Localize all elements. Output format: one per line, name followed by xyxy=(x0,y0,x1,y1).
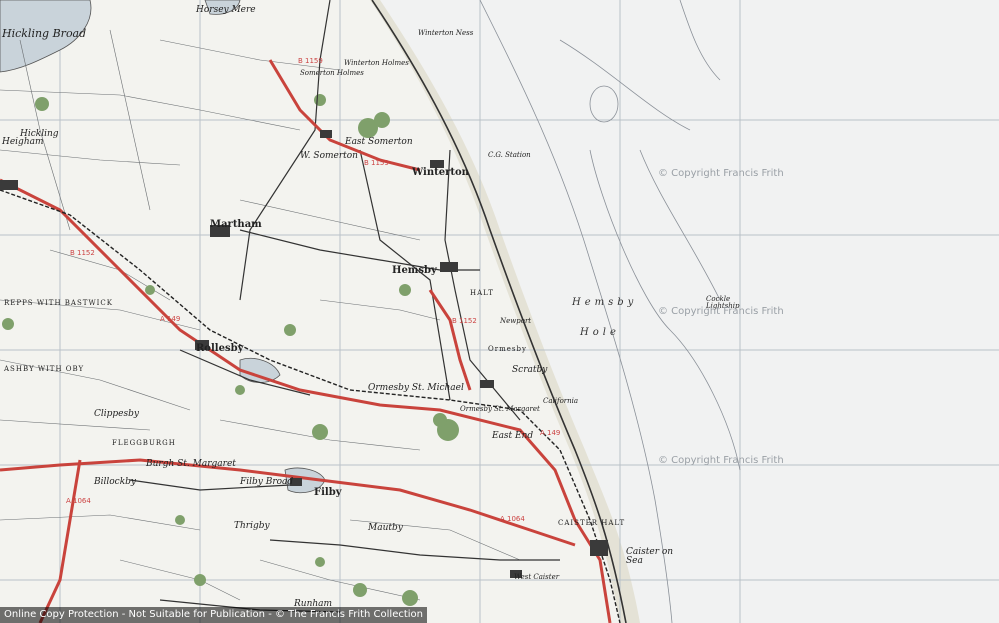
label-east-end: East End xyxy=(492,431,534,441)
copyright-watermark: © Copyright Francis Frith xyxy=(658,455,784,466)
label-cg-station: C.G. Station xyxy=(488,151,531,159)
label-billockby: Billockby xyxy=(94,477,137,487)
map-base xyxy=(0,0,999,623)
label-winterton-holmes: Winterton Holmes xyxy=(344,59,409,67)
label-winterton-ness: Winterton Ness xyxy=(418,29,474,37)
copyright-watermark: © Copyright Francis Frith xyxy=(658,306,784,317)
road-number: B 1159 xyxy=(298,57,323,65)
label-heigham: Heigham xyxy=(2,137,44,147)
label-martham: Martham xyxy=(210,219,262,230)
road-number: A 149 xyxy=(160,315,181,323)
road-number: A 1064 xyxy=(66,497,91,505)
label-scratby: Scratby xyxy=(512,365,548,375)
label-ormesby: Ormesby xyxy=(488,345,527,353)
label-horsey-mere: Horsey Mere xyxy=(196,5,256,15)
copyright-watermark: © Copyright Francis Frith xyxy=(658,168,784,179)
label-hemsby: Hemsby xyxy=(392,265,437,276)
label-winterton: Winterton xyxy=(412,167,469,178)
label-somerton-holmes: Somerton Holmes xyxy=(300,69,364,77)
label-california: California xyxy=(543,397,579,405)
road-number: A 1064 xyxy=(500,515,525,523)
label-ormesby-st-margaret: Ormesby St. Margaret xyxy=(460,405,540,413)
label-fleggburgh: FLEGGBURGH xyxy=(112,439,176,447)
label-caister-halt: CAISTER HALT xyxy=(558,519,626,527)
label-sea-hole: Hole xyxy=(580,327,620,338)
map-view[interactable]: Horsey Mere Hickling Broad Hickling Heig… xyxy=(0,0,999,623)
label-ashby: ASHBY WITH OBY xyxy=(4,365,85,373)
label-burgh-st-margaret: Burgh St. Margaret xyxy=(146,459,236,469)
road-number: A 149 xyxy=(540,429,561,437)
label-mautby: Mautby xyxy=(368,523,403,533)
label-east-somerton: East Somerton xyxy=(345,137,413,147)
label-rollesby: Rollesby xyxy=(196,343,244,354)
label-caister: Caister on Sea xyxy=(626,547,674,566)
road-number: B 1159 xyxy=(364,159,389,167)
copy-protection-footer: Online Copy Protection - Not Suitable fo… xyxy=(0,607,428,623)
label-newport: Newport xyxy=(500,317,532,325)
label-sea-hemsby: Hemsby xyxy=(572,297,638,308)
label-hickling-broad: Hickling Broad xyxy=(2,27,87,40)
label-filby: Filby xyxy=(314,487,342,498)
label-hemsby-halt: HALT xyxy=(470,289,494,297)
label-west-somerton: W. Somerton xyxy=(300,151,358,161)
road-number: B 1152 xyxy=(70,249,95,257)
label-clippesby: Clippesby xyxy=(94,409,139,419)
label-thrigby: Thrigby xyxy=(234,521,270,531)
road-number: B 1152 xyxy=(452,317,477,325)
label-repps: REPPS WITH BASTWICK xyxy=(4,299,113,307)
label-ormesby-st-michael: Ormesby St. Michael xyxy=(368,383,464,393)
label-west-caister: West Caister xyxy=(514,573,560,581)
label-filby-broad: Filby Broad xyxy=(240,477,294,487)
